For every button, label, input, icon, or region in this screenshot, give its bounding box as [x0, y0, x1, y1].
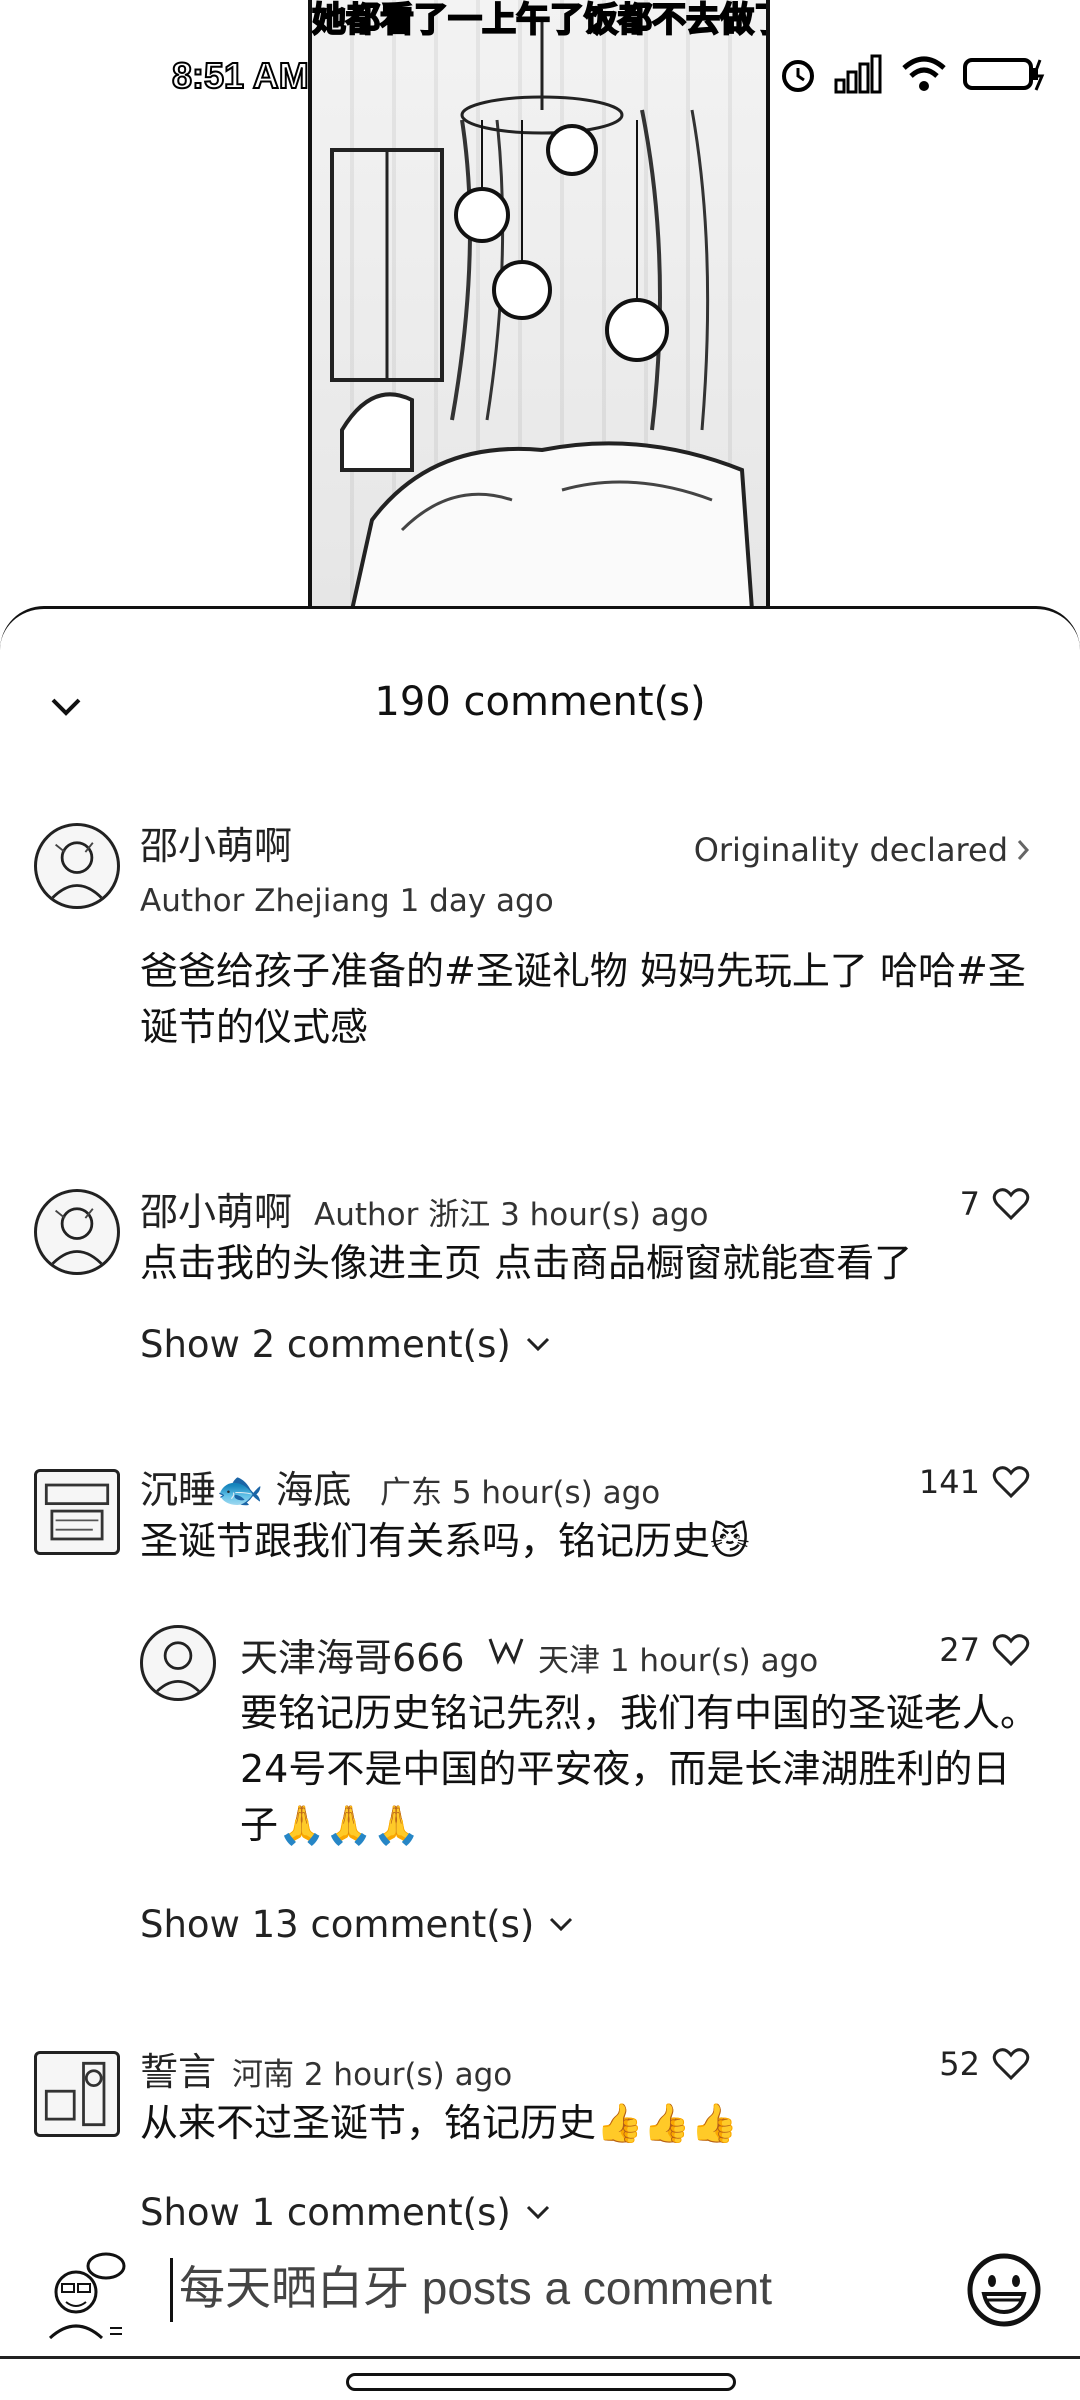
comment-text: 点击我的头像进主页 点击商品橱窗就能查看了 [140, 1241, 913, 1285]
emoji-button[interactable] [964, 2250, 1044, 2330]
heart-icon [992, 2048, 1030, 2081]
comment-input[interactable]: 每天晒白牙 posts a comment [170, 2258, 930, 2322]
comment-item: 沉睡🐟 海底 广东 5 hour(s) ago 141 圣诞节跟我们有关系吗，铭… [0, 1459, 1080, 2019]
commenter-name[interactable]: 邵小萌啊 [140, 1181, 292, 1236]
avatar[interactable] [34, 1189, 120, 1275]
show-replies-button[interactable]: Show 2 comment(s) [140, 1323, 551, 1366]
chevron-down-icon [526, 1337, 549, 1351]
video-caption: 她都看了一上午了饭都不去做了 [312, 0, 766, 41]
reply-avatar[interactable] [140, 1625, 216, 1701]
badge-icon [486, 1635, 526, 1669]
comment-input-bar: 每天晒白牙 posts a comment [0, 2230, 1080, 2340]
battery-icon [962, 54, 1046, 98]
chevron-down-icon [526, 2205, 549, 2219]
comment-meta: 河南 2 hour(s) ago [232, 2057, 513, 2093]
chevron-right-icon [1017, 840, 1030, 860]
like-count: 27 [939, 1631, 980, 1669]
chevron-down-icon [550, 1917, 573, 1931]
comment-meta: Author 浙江 3 hour(s) ago [314, 1197, 709, 1233]
show-replies-button[interactable]: Show 13 comment(s) [140, 1903, 574, 1946]
sheet-header: 190 comment(s) [0, 671, 1080, 741]
show-replies-label: Show 1 comment(s) [140, 2191, 511, 2231]
status-icons [778, 54, 1046, 98]
author-name[interactable]: 邵小萌啊 [140, 815, 292, 870]
like-count: 52 [939, 2045, 980, 2083]
comment-meta: 广东 5 hour(s) ago [380, 1475, 661, 1511]
comment-sheet: 190 comment(s) 邵小萌啊 Originality declared… [0, 606, 1080, 2400]
status-bar: 8:51 AM [0, 46, 1080, 106]
post-text: 爸爸给孩子准备的#圣诞礼物 妈妈先玩上了 哈哈#圣诞节的仪式感 [140, 949, 1026, 1049]
system-nav-bar [0, 2356, 1080, 2400]
sheet-title: 190 comment(s) [374, 679, 706, 725]
heart-icon [992, 1634, 1030, 1667]
avatar[interactable] [34, 1469, 120, 1555]
reply-name[interactable]: 天津海哥666 [240, 1627, 465, 1682]
author-post: 邵小萌啊 Originality declared Author Zhejian… [0, 813, 1080, 1053]
like-button[interactable]: 7 [960, 1185, 1030, 1223]
wifi-icon [900, 54, 948, 98]
originality-label: Originality declared [693, 831, 1008, 869]
show-replies-label: Show 2 comment(s) [140, 1323, 511, 1366]
like-button[interactable]: 52 [939, 2045, 1030, 2083]
like-button[interactable]: 141 [919, 1463, 1030, 1501]
reply-meta: 天津 1 hour(s) ago [538, 1643, 819, 1679]
comment-item: 誓言 河南 2 hour(s) ago 52 从来不过圣诞节，铭记历史👍👍👍 S… [0, 2041, 1080, 2231]
avatar[interactable] [34, 2051, 120, 2137]
status-time: 8:51 AM [171, 54, 310, 97]
show-replies-button[interactable]: Show 1 comment(s) [140, 2191, 551, 2231]
comment-item: 邵小萌啊 Author 浙江 3 hour(s) ago 7 点击我的头像进主页… [0, 1179, 1080, 1409]
home-indicator[interactable] [346, 2373, 736, 2391]
smiley-icon [967, 2253, 1041, 2327]
signal-icon [832, 54, 886, 98]
avatar[interactable] [34, 823, 120, 909]
author-meta: Author Zhejiang 1 day ago [140, 883, 554, 919]
alarm-icon [778, 54, 818, 98]
my-avatar[interactable] [36, 2244, 132, 2340]
show-replies-label: Show 13 comment(s) [140, 1903, 535, 1946]
heart-icon [992, 1188, 1030, 1221]
like-count: 141 [918, 1463, 980, 1501]
like-count: 7 [959, 1185, 980, 1223]
reply-text: 要铭记历史铭记先烈，我们有中国的圣诞老人。24号不是中国的平安夜，而是长津湖胜利… [240, 1691, 1039, 1847]
commenter-name[interactable]: 誓言 [140, 2041, 216, 2096]
originality-declared-link[interactable]: Originality declared [694, 831, 1030, 869]
comment-text: 从来不过圣诞节，铭记历史👍👍👍 [140, 2101, 738, 2145]
heart-icon [992, 1466, 1030, 1499]
screen: 她都看了一上午了饭都不去做了 8:51 AM 190 comment(s) 邵小… [0, 0, 1080, 2400]
comment-text: 圣诞节跟我们有关系吗，铭记历史😼 [140, 1519, 750, 1563]
reply-like-button[interactable]: 27 [939, 1631, 1030, 1669]
commenter-name[interactable]: 沉睡🐟 海底 [140, 1459, 351, 1514]
